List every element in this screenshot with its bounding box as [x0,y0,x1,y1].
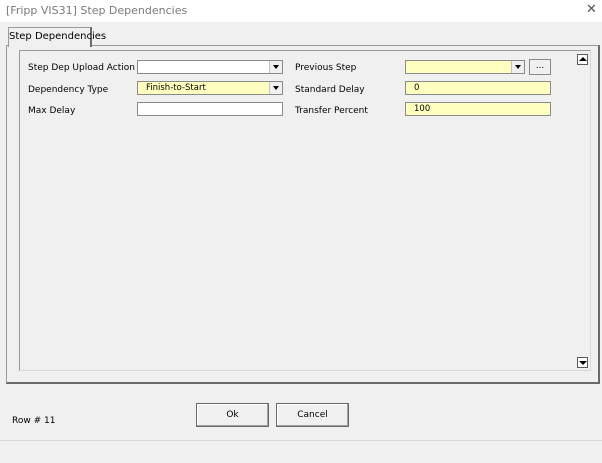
tab-step-dependencies[interactable]: Step Dependencies [8,27,106,47]
ok-button[interactable]: Ok [196,403,269,427]
cancel-button[interactable]: Cancel [276,403,349,427]
standard-delay-field[interactable]: 0 [405,81,551,95]
dependency-type-label: Dependency Type [28,85,109,95]
max-delay-field[interactable] [137,102,283,116]
vertical-scrollbar[interactable] [575,52,589,370]
max-delay-label: Max Delay [28,106,76,116]
row-number-status: Row # 11 [12,416,56,426]
chevron-down-icon[interactable] [269,82,282,94]
scroll-down-icon[interactable] [577,357,588,368]
step-dep-upload-action-label: Step Dep Upload Action [28,63,135,73]
window-title: [Fripp VIS31] Step Dependencies [6,4,188,17]
form-panel [19,50,591,371]
chevron-down-icon[interactable] [511,61,524,73]
standard-delay-label: Standard Delay [295,85,365,95]
dependency-type-combo[interactable]: Finish-to-Start [137,81,283,95]
transfer-percent-label: Transfer Percent [295,106,368,116]
previous-step-lookup-button[interactable]: ... [529,59,551,75]
scroll-up-icon[interactable] [577,54,588,65]
chevron-down-icon[interactable] [269,61,282,73]
close-icon[interactable]: ✕ [586,2,597,18]
footer-divider [0,440,602,441]
previous-step-label: Previous Step [295,63,357,73]
dependency-type-value: Finish-to-Start [146,83,206,93]
previous-step-combo[interactable] [405,60,525,74]
transfer-percent-field[interactable]: 100 [405,102,551,116]
step-dep-upload-action-combo[interactable] [137,60,283,74]
